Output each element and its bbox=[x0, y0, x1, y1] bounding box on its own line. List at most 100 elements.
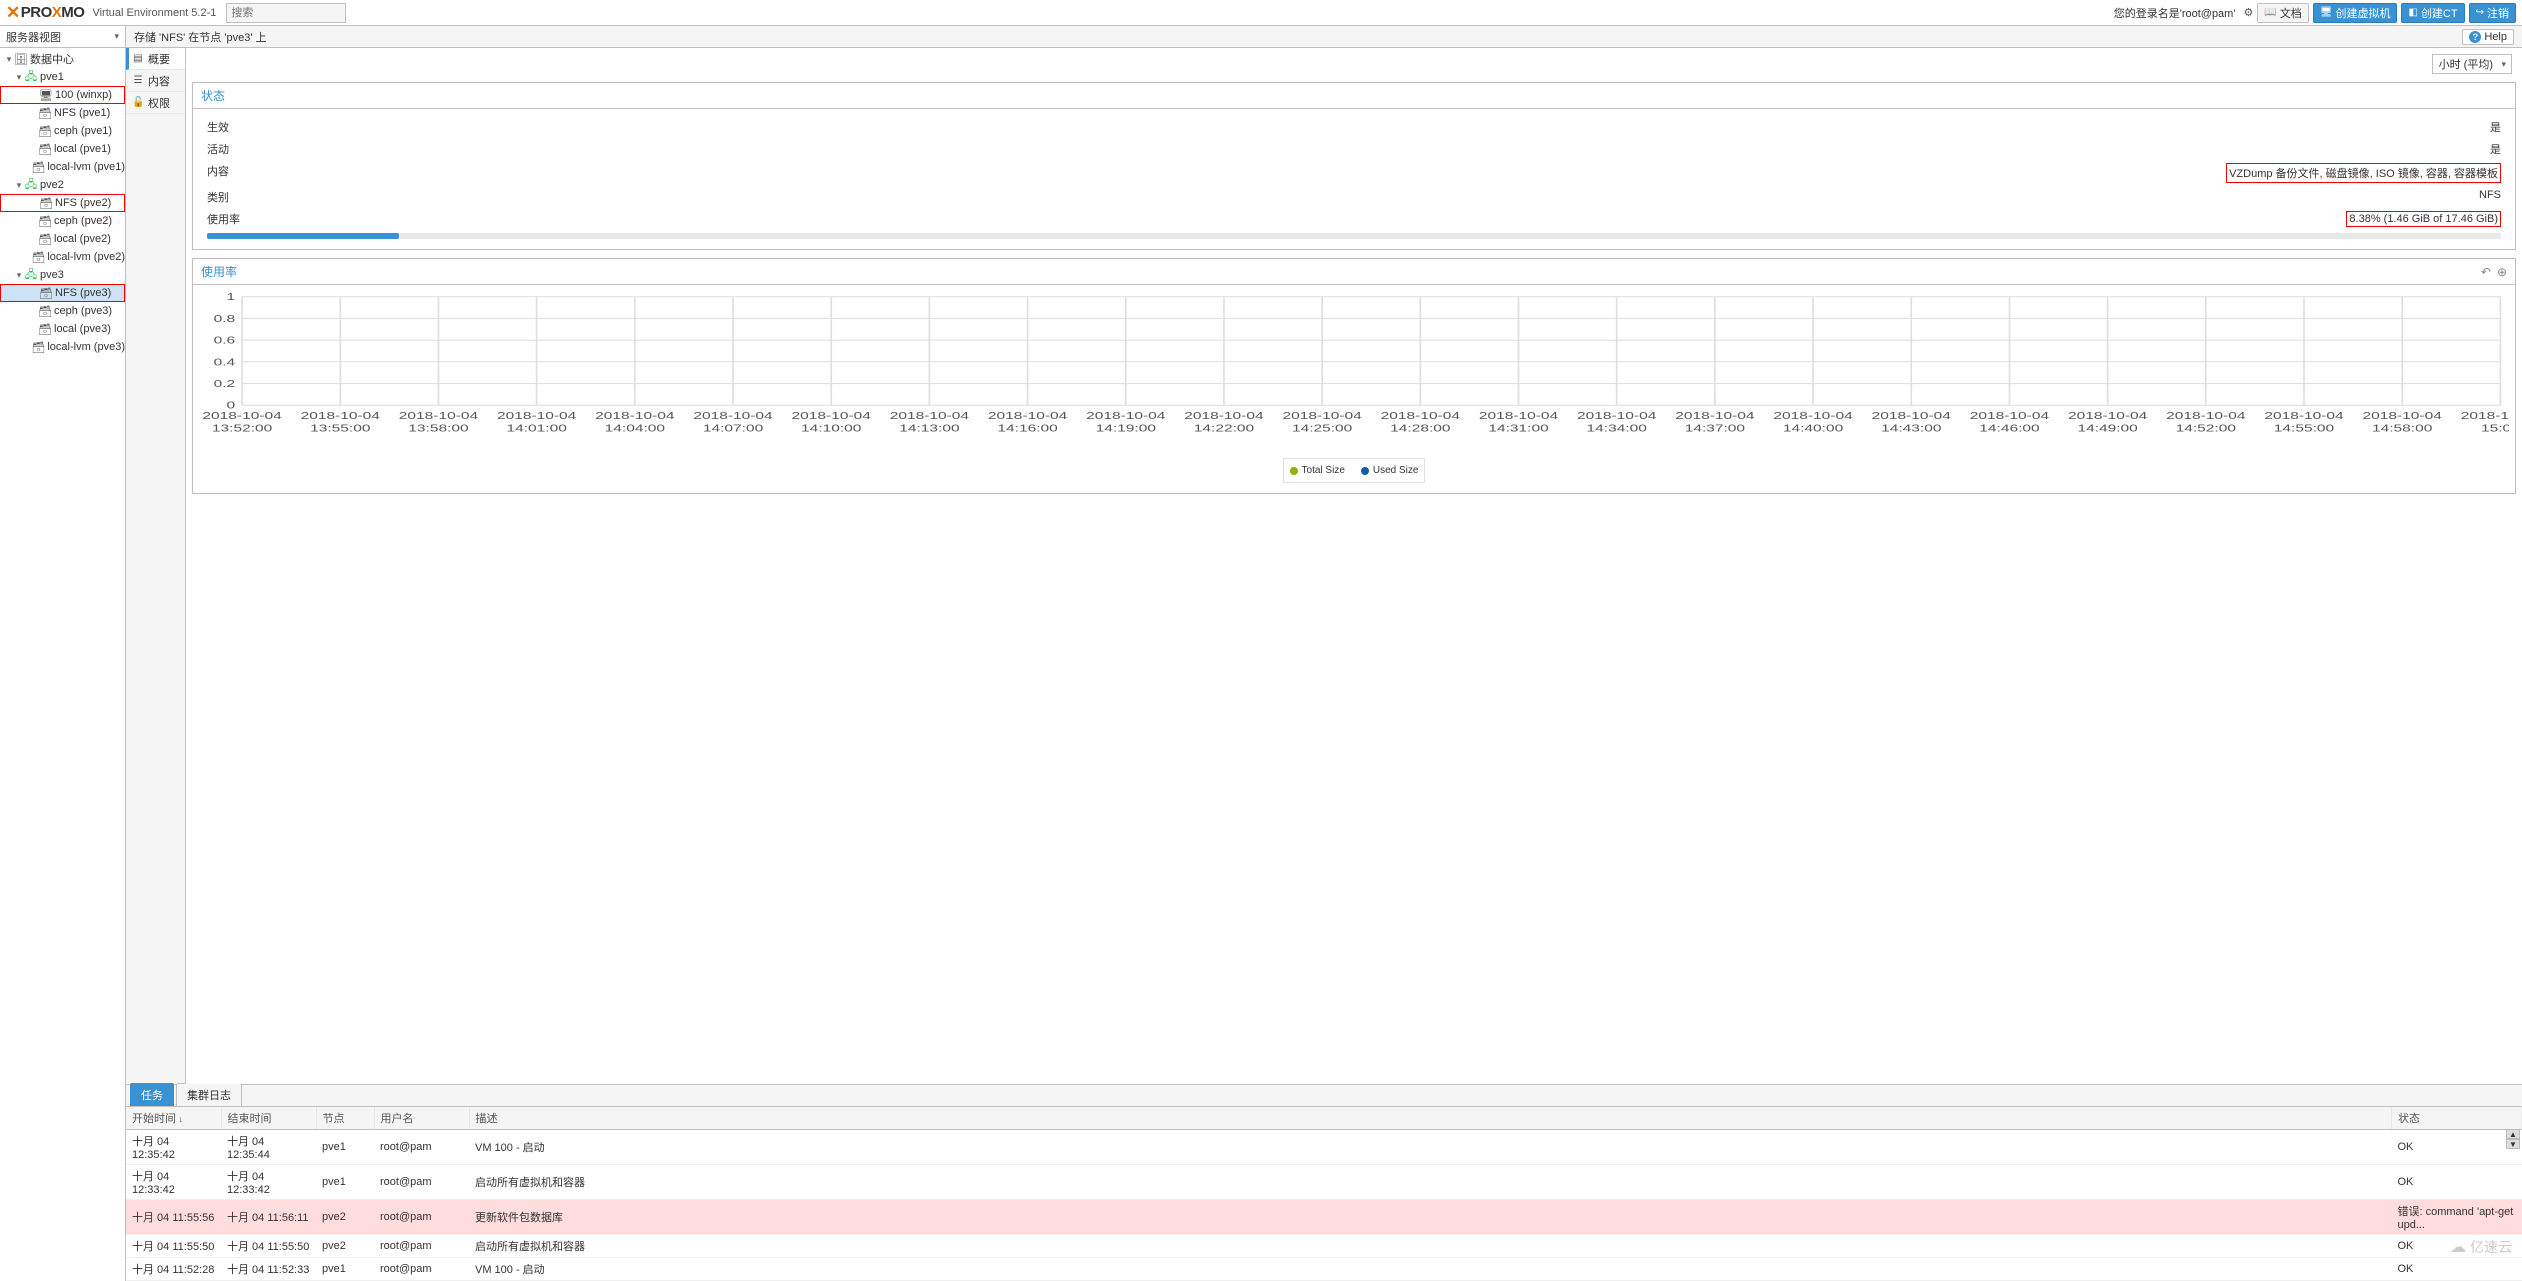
svg-text:2018-10-04: 2018-10-04 bbox=[988, 410, 1067, 422]
status-active-label: 活动 bbox=[207, 141, 229, 157]
svg-text:14:13:00: 14:13:00 bbox=[899, 422, 959, 434]
lock-icon: 🔓 bbox=[132, 97, 144, 108]
col-start-time[interactable]: 开始时间 bbox=[126, 1107, 221, 1130]
legend-dot-total bbox=[1290, 467, 1298, 475]
breadcrumb: 存储 'NFS' 在节点 'pve3' 上 bbox=[134, 29, 266, 45]
log-scroll: ▲ ▼ bbox=[2506, 1129, 2520, 1149]
time-range-selector[interactable]: 小时 (平均) bbox=[2432, 54, 2512, 74]
svg-text:14:58:00: 14:58:00 bbox=[2372, 422, 2432, 434]
tree-storage-locallvm-pve3[interactable]: 🗃local-lvm (pve3) bbox=[0, 338, 125, 356]
svg-text:14:31:00: 14:31:00 bbox=[1488, 422, 1548, 434]
usage-bar-fill bbox=[207, 233, 399, 239]
svg-text:14:01:00: 14:01:00 bbox=[506, 422, 566, 434]
status-panel: 状态 生效是 活动是 内容VZDump 备份文件, 磁盘镜像, ISO 镜像, … bbox=[192, 82, 2516, 250]
tree-storage-locallvm-pve2[interactable]: 🗃local-lvm (pve2) bbox=[0, 248, 125, 266]
cube-icon: ◧ bbox=[2408, 7, 2417, 18]
tree-node-pve2[interactable]: ▾🖧pve2 bbox=[0, 176, 125, 194]
tree-storage-ceph-pve1[interactable]: 🗃ceph (pve1) bbox=[0, 122, 125, 140]
tree-storage-nfs-pve3[interactable]: 🗃NFS (pve3) bbox=[0, 284, 125, 302]
log-tab-cluster[interactable]: 集群日志 bbox=[176, 1083, 242, 1106]
logout-icon: ↪ bbox=[2476, 7, 2484, 18]
tab-summary[interactable]: ▤概要 bbox=[126, 48, 185, 70]
storage-icon: 🗃 bbox=[39, 287, 53, 300]
table-row[interactable]: 十月 04 11:55:56十月 04 11:56:11pve2root@pam… bbox=[126, 1200, 2522, 1235]
col-status[interactable]: 状态 bbox=[2392, 1107, 2522, 1130]
tab-content[interactable]: ☰内容 bbox=[126, 70, 185, 92]
legend-dot-used bbox=[1361, 467, 1369, 475]
svg-text:2018-10-04: 2018-10-04 bbox=[202, 410, 281, 422]
tree-node-pve3[interactable]: ▾🖧pve3 bbox=[0, 266, 125, 284]
table-row[interactable]: 十月 04 12:35:42十月 04 12:35:44pve1root@pam… bbox=[126, 1130, 2522, 1165]
table-row[interactable]: 十月 04 11:55:50十月 04 11:55:50pve2root@pam… bbox=[126, 1235, 2522, 1258]
svg-text:14:37:00: 14:37:00 bbox=[1685, 422, 1745, 434]
col-node[interactable]: 节点 bbox=[316, 1107, 374, 1130]
create-ct-button[interactable]: ◧创建CT bbox=[2401, 3, 2464, 23]
tree-storage-ceph-pve2[interactable]: 🗃ceph (pve2) bbox=[0, 212, 125, 230]
svg-text:2018-10-04: 2018-10-04 bbox=[693, 410, 772, 422]
node-icon: 🖧 bbox=[24, 266, 38, 285]
tree-storage-ceph-pve3[interactable]: 🗃ceph (pve3) bbox=[0, 302, 125, 320]
scroll-down-icon[interactable]: ▼ bbox=[2506, 1139, 2520, 1149]
svg-text:2018-10-04: 2018-10-04 bbox=[1872, 410, 1951, 422]
log-tab-tasks[interactable]: 任务 bbox=[130, 1083, 174, 1106]
legend-total[interactable]: Total Size bbox=[1290, 465, 1345, 476]
tree-storage-locallvm-pve1[interactable]: 🗃local-lvm (pve1) bbox=[0, 158, 125, 176]
tree-storage-nfs-pve2[interactable]: 🗃NFS (pve2) bbox=[0, 194, 125, 212]
bottom-log-panel: 任务 集群日志 开始时间 结束时间 节点 用户名 描述 状态 bbox=[126, 1084, 2522, 1281]
svg-text:2018-10-04: 2018-10-04 bbox=[1970, 410, 2049, 422]
subtabs: ▤概要 ☰内容 🔓权限 bbox=[126, 48, 186, 1084]
left-panel: 服务器视图 ▾ ▾🗄数据中心 ▾🖧pve1 🖥100 (winxp) 🗃NFS … bbox=[0, 26, 126, 1281]
view-selector[interactable]: 服务器视图 ▾ bbox=[0, 26, 125, 48]
tree-vm-100[interactable]: 🖥100 (winxp) bbox=[0, 86, 125, 104]
tree-storage-local-pve3[interactable]: 🗃local (pve3) bbox=[0, 320, 125, 338]
col-desc[interactable]: 描述 bbox=[469, 1107, 2392, 1130]
tree-datacenter[interactable]: ▾🗄数据中心 bbox=[0, 50, 125, 68]
scroll-up-icon[interactable]: ▲ bbox=[2506, 1129, 2520, 1139]
tree-node-pve1[interactable]: ▾🖧pve1 bbox=[0, 68, 125, 86]
svg-text:14:16:00: 14:16:00 bbox=[997, 422, 1057, 434]
status-panel-title: 状态 bbox=[193, 83, 2515, 109]
svg-text:2018-10-04: 2018-10-04 bbox=[301, 410, 380, 422]
storage-icon: 🗃 bbox=[39, 197, 53, 210]
search-input[interactable] bbox=[226, 3, 346, 23]
help-icon: ? bbox=[2469, 31, 2481, 43]
undo-icon[interactable]: ↶ bbox=[2481, 265, 2491, 279]
logo-x-icon: ✕ bbox=[6, 3, 20, 23]
svg-text:14:19:00: 14:19:00 bbox=[1096, 422, 1156, 434]
svg-text:13:52:00: 13:52:00 bbox=[212, 422, 272, 434]
book-icon: ▤ bbox=[132, 53, 144, 64]
gear-icon[interactable]: ⚙ bbox=[2243, 6, 2253, 19]
svg-text:2018-10-04: 2018-10-04 bbox=[2461, 410, 2509, 422]
col-end-time[interactable]: 结束时间 bbox=[221, 1107, 316, 1130]
svg-text:2018-10-04: 2018-10-04 bbox=[1577, 410, 1656, 422]
content-header: 存储 'NFS' 在节点 'pve3' 上 ?Help bbox=[126, 26, 2522, 48]
svg-text:14:25:00: 14:25:00 bbox=[1292, 422, 1352, 434]
log-tabs: 任务 集群日志 bbox=[126, 1085, 2522, 1107]
usage-bar bbox=[207, 233, 2501, 239]
tree-storage-nfs-pve1[interactable]: 🗃NFS (pve1) bbox=[0, 104, 125, 122]
chevron-down-icon: ▾ bbox=[114, 31, 119, 42]
docs-button[interactable]: 📖文档 bbox=[2257, 3, 2308, 23]
svg-text:0.6: 0.6 bbox=[214, 334, 236, 346]
tree-storage-local-pve1[interactable]: 🗃local (pve1) bbox=[0, 140, 125, 158]
svg-text:14:34:00: 14:34:00 bbox=[1587, 422, 1647, 434]
col-user[interactable]: 用户名 bbox=[374, 1107, 469, 1130]
table-row[interactable]: 十月 04 11:52:28十月 04 11:52:33pve1root@pam… bbox=[126, 1258, 2522, 1281]
tab-permissions[interactable]: 🔓权限 bbox=[126, 92, 185, 114]
svg-text:14:40:00: 14:40:00 bbox=[1783, 422, 1843, 434]
storage-icon: 🗃 bbox=[38, 125, 52, 138]
status-enabled-label: 生效 bbox=[207, 119, 229, 135]
table-row[interactable]: 十月 04 12:33:42十月 04 12:33:42pve1root@pam… bbox=[126, 1165, 2522, 1200]
logout-button[interactable]: ↪注销 bbox=[2469, 3, 2516, 23]
svg-text:2018-10-04: 2018-10-04 bbox=[2166, 410, 2245, 422]
login-info: 您的登录名是'root@pam' bbox=[2114, 5, 2236, 21]
tree-storage-local-pve2[interactable]: 🗃local (pve2) bbox=[0, 230, 125, 248]
maximize-icon[interactable]: ⊕ bbox=[2497, 265, 2507, 279]
node-icon: 🖧 bbox=[24, 68, 38, 87]
svg-text:2018-10-04: 2018-10-04 bbox=[890, 410, 969, 422]
svg-text:14:28:00: 14:28:00 bbox=[1390, 422, 1450, 434]
create-vm-button[interactable]: 🖥创建虚拟机 bbox=[2313, 3, 2398, 23]
help-button[interactable]: ?Help bbox=[2462, 29, 2514, 45]
svg-text:2018-10-04: 2018-10-04 bbox=[1675, 410, 1754, 422]
legend-used[interactable]: Used Size bbox=[1361, 465, 1419, 476]
